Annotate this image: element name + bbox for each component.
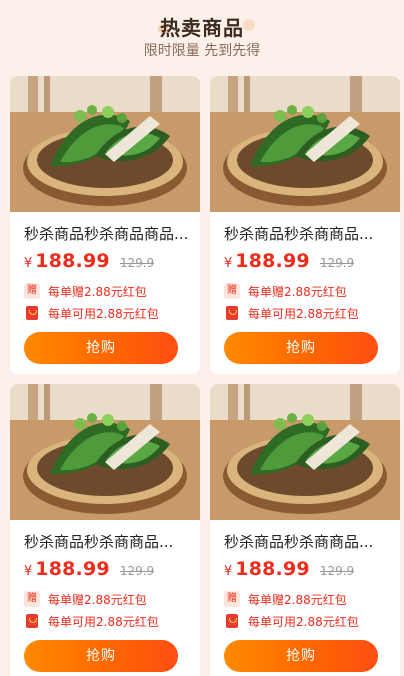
price-row: ¥ 188.99 129.9	[224, 558, 354, 584]
gift-perk-text: 每单赠2.88元红包	[48, 284, 147, 299]
price-row: ¥ 188.99 129.9	[224, 250, 354, 276]
title-wrap: 热卖商品	[0, 14, 404, 42]
product-card[interactable]: 秒杀商品秒杀商商品... ¥ 188.99 129.9 赠 每单赠2.88元红包…	[210, 76, 400, 374]
red-packet-perk: 每单可用2.88元红包	[224, 612, 359, 630]
price-row: ¥ 188.99 129.9	[24, 558, 154, 584]
gift-icon: 赠	[224, 283, 240, 299]
buy-button[interactable]: 抢购	[224, 640, 378, 672]
sale-price: 188.99	[235, 558, 310, 580]
product-name[interactable]: 秒杀商品秒杀商品商品...	[24, 224, 192, 244]
food-bowl-illustration	[10, 384, 200, 520]
red-packet-perk-text: 每单可用2.88元红包	[248, 614, 359, 629]
product-card[interactable]: 秒杀商品秒杀商商品... ¥ 188.99 129.9 赠 每单赠2.88元红包…	[10, 384, 200, 676]
red-packet-perk: 每单可用2.88元红包	[224, 304, 359, 322]
red-packet-perk: 每单可用2.88元红包	[24, 612, 159, 630]
product-card[interactable]: 秒杀商品秒杀商品商品... ¥ 188.99 129.9 赠 每单赠2.88元红…	[10, 76, 200, 374]
currency-symbol: ¥	[224, 564, 233, 579]
product-name[interactable]: 秒杀商品秒杀商商品...	[24, 532, 192, 552]
buy-button[interactable]: 抢购	[24, 640, 178, 672]
currency-symbol: ¥	[24, 256, 33, 271]
gift-perk: 赠 每单赠2.88元红包	[24, 282, 147, 300]
red-packet-perk: 每单可用2.88元红包	[24, 304, 159, 322]
section-header: 热卖商品 限时限量 先到先得	[0, 0, 404, 72]
gift-perk-text: 每单赠2.88元红包	[248, 592, 347, 607]
red-packet-icon	[226, 614, 238, 628]
original-price: 129.9	[119, 256, 155, 270]
red-packet-icon	[26, 306, 38, 320]
product-grid: 秒杀商品秒杀商品商品... ¥ 188.99 129.9 赠 每单赠2.88元红…	[10, 76, 400, 676]
original-price: 129.9	[319, 256, 355, 270]
food-bowl-illustration	[210, 384, 400, 520]
red-packet-perk-text: 每单可用2.88元红包	[48, 614, 159, 629]
product-image[interactable]	[10, 384, 200, 520]
gift-perk: 赠 每单赠2.88元红包	[224, 282, 347, 300]
product-card[interactable]: 秒杀商品秒杀商商品... ¥ 188.99 129.9 赠 每单赠2.88元红包…	[210, 384, 400, 676]
gift-perk-text: 每单赠2.88元红包	[48, 592, 147, 607]
product-image[interactable]	[210, 76, 400, 212]
buy-button[interactable]: 抢购	[24, 332, 178, 364]
sale-price: 188.99	[35, 558, 110, 580]
gift-perk: 赠 每单赠2.88元红包	[224, 590, 347, 608]
sale-price: 188.99	[235, 250, 310, 272]
red-packet-perk-text: 每单可用2.88元红包	[48, 306, 159, 321]
red-packet-icon	[26, 614, 38, 628]
gift-perk: 赠 每单赠2.88元红包	[24, 590, 147, 608]
currency-symbol: ¥	[224, 256, 233, 271]
product-name[interactable]: 秒杀商品秒杀商商品...	[224, 532, 392, 552]
food-bowl-illustration	[10, 76, 200, 212]
buy-button[interactable]: 抢购	[224, 332, 378, 364]
gift-icon: 赠	[224, 591, 240, 607]
price-row: ¥ 188.99 129.9	[24, 250, 154, 276]
sale-price: 188.99	[35, 250, 110, 272]
section-subtitle: 限时限量 先到先得	[143, 43, 261, 59]
gift-perk-text: 每单赠2.88元红包	[248, 284, 347, 299]
original-price: 129.9	[319, 564, 355, 578]
red-packet-perk-text: 每单可用2.88元红包	[248, 306, 359, 321]
product-image[interactable]	[210, 384, 400, 520]
section-title: 热卖商品	[160, 16, 244, 40]
product-name[interactable]: 秒杀商品秒杀商商品...	[224, 224, 392, 244]
food-bowl-illustration	[210, 76, 400, 212]
original-price: 129.9	[119, 564, 155, 578]
product-image[interactable]	[10, 76, 200, 212]
gift-icon: 赠	[24, 591, 40, 607]
currency-symbol: ¥	[24, 564, 33, 579]
red-packet-icon	[226, 306, 238, 320]
gift-icon: 赠	[24, 283, 40, 299]
